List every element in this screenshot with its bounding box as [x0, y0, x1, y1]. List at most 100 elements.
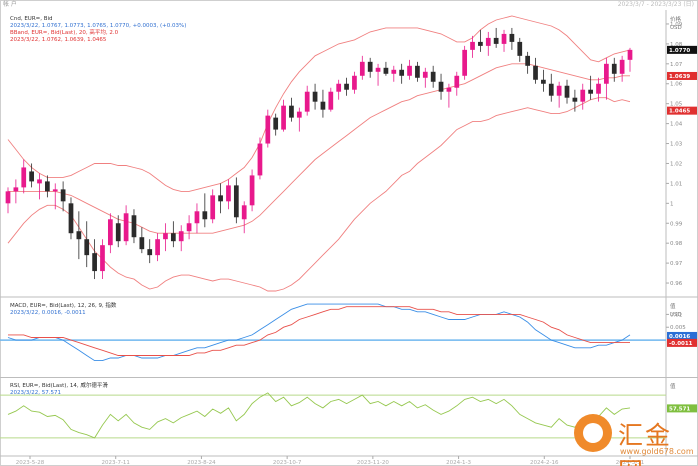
panel-title: Cnd, EUR=, Bid	[10, 16, 53, 22]
candle-body	[147, 249, 153, 256]
candle-body	[107, 219, 113, 246]
candle-body	[509, 33, 515, 42]
candle-body	[289, 105, 294, 118]
candle-body	[541, 79, 546, 84]
candle-body	[548, 83, 554, 96]
series-line-rsi	[7, 392, 631, 439]
last-value-label: 1.0770	[669, 48, 690, 54]
candle-body	[430, 71, 436, 82]
candle-body	[556, 85, 562, 96]
panel-value-line: 2023/3/22, 0.0016, -0.0011	[10, 310, 86, 316]
indicator-title: BBand, EUR=, Bid(Last), 20, 高平均, 2.0	[10, 28, 119, 36]
candle-body	[485, 37, 491, 46]
panel-title: RSI, EUR=, Bid(Last), 14, 威尔德平滑	[10, 381, 108, 389]
indicator-value: 2023/3/22, 1.0762, 1.0639, 1.0465	[10, 37, 107, 43]
price-panel[interactable]: Cnd, EUR=, Bid2023/3/22, 1.0767, 1.0773,…	[5, 15, 697, 292]
candle-body	[210, 195, 216, 220]
candle-body	[194, 211, 200, 224]
candle-body	[115, 223, 121, 242]
panel-title: MACD, EUR=, Bid(Last), 12, 26, 9, 指数	[10, 301, 117, 309]
y-tick-label: 0.005	[670, 325, 686, 331]
watermark: 汇金网 www.gold678.com	[572, 412, 694, 466]
candle-body	[352, 75, 357, 90]
unit-label: 值	[670, 382, 676, 390]
candle-body	[446, 87, 452, 92]
candle-body	[517, 41, 523, 56]
candle-body	[604, 63, 609, 84]
y-tick-label: 1.01	[670, 181, 682, 187]
candle-body	[399, 69, 405, 76]
x-tick-label: 2024-1-3	[446, 460, 471, 466]
candle-body	[493, 37, 499, 44]
candle-body	[383, 67, 389, 74]
candle-body	[84, 239, 90, 256]
candle-body	[336, 83, 342, 92]
x-tick-label: 2023-8-24	[187, 460, 216, 466]
x-axis: 2023-5-28 2023-7-11 2023-8-24 2023-10-7 2023…	[16, 456, 644, 466]
candle-body	[37, 179, 42, 184]
x-tick-label: 2023-7-11	[101, 460, 129, 466]
candle-body	[5, 191, 11, 204]
candle-body	[611, 63, 617, 74]
unit-label: 值	[670, 302, 676, 310]
y-tick-label: 1.02	[670, 161, 682, 167]
candle-body	[422, 71, 428, 78]
y-tick-label: 1.06	[670, 82, 683, 88]
candle-body	[367, 61, 373, 72]
candle-body	[564, 85, 570, 98]
bband-middle-line	[8, 63, 630, 234]
x-tick-label: 2023-10-7	[273, 460, 302, 466]
candle-body	[257, 143, 263, 176]
outer-border	[0, 0, 698, 466]
candle-body	[281, 105, 286, 130]
macd-panel[interactable]: MACD, EUR=, Bid(Last), 12, 26, 9, 指数2023…	[0, 301, 697, 362]
series-line-macd	[7, 303, 631, 362]
candle-body	[375, 67, 381, 72]
watermark-brand: 汇金网	[618, 421, 673, 466]
candle-body	[328, 91, 334, 110]
top-left-label: 帐 户	[3, 0, 17, 8]
x-tick-label: 2023-11-20	[357, 460, 389, 466]
candle-body	[320, 101, 326, 110]
candle-body	[233, 185, 239, 218]
candle-body	[470, 41, 475, 50]
candle-body	[454, 75, 460, 88]
last-value-label: 1.0465	[669, 109, 690, 115]
y-tick-label: 1.09	[670, 22, 683, 28]
candle-body	[525, 55, 531, 66]
candle-body	[478, 41, 483, 46]
chart-window: Cnd, EUR=, Bid 2023/3/22, 1.0767, 1.0773,…	[0, 0, 698, 466]
candle-body	[202, 211, 208, 220]
candle-body	[619, 59, 625, 74]
y-tick-label: 0.99	[670, 221, 683, 227]
candle-body	[29, 171, 34, 182]
y-tick-label: 1.03	[670, 142, 683, 148]
last-value-label: 1.0639	[669, 74, 690, 80]
candle-body	[76, 231, 82, 240]
candle-body	[572, 97, 578, 102]
watermark-url: www.gold678.com	[620, 447, 694, 456]
y-tick-label: 0.98	[670, 241, 683, 247]
top-right-label: 2023/3/7 - 2023/3/23 (日)	[618, 1, 694, 8]
candle-body	[241, 205, 247, 220]
candle-body	[344, 83, 349, 90]
candle-body	[580, 89, 586, 102]
candle-body	[533, 65, 538, 80]
candle-body	[52, 189, 58, 192]
candle-body	[407, 65, 412, 76]
candle-body	[596, 83, 601, 94]
candle-body	[21, 167, 27, 188]
candle-body	[415, 65, 420, 78]
candle-body	[155, 239, 160, 256]
candle-body	[359, 61, 365, 76]
candle-body	[13, 187, 19, 192]
y-tick-label: 1.04	[670, 122, 683, 128]
y-tick-label: 1	[670, 201, 674, 207]
candle-body	[501, 33, 507, 44]
y-tick-label: 0.01	[670, 312, 682, 318]
candle-body	[186, 223, 192, 232]
candle-body	[218, 195, 223, 202]
last-value-label: -0.0011	[669, 341, 693, 347]
candle-body	[627, 49, 633, 60]
panel-value-line: 2023/3/22, 1.0767, 1.0773, 1.0765, 1.077…	[10, 23, 186, 29]
